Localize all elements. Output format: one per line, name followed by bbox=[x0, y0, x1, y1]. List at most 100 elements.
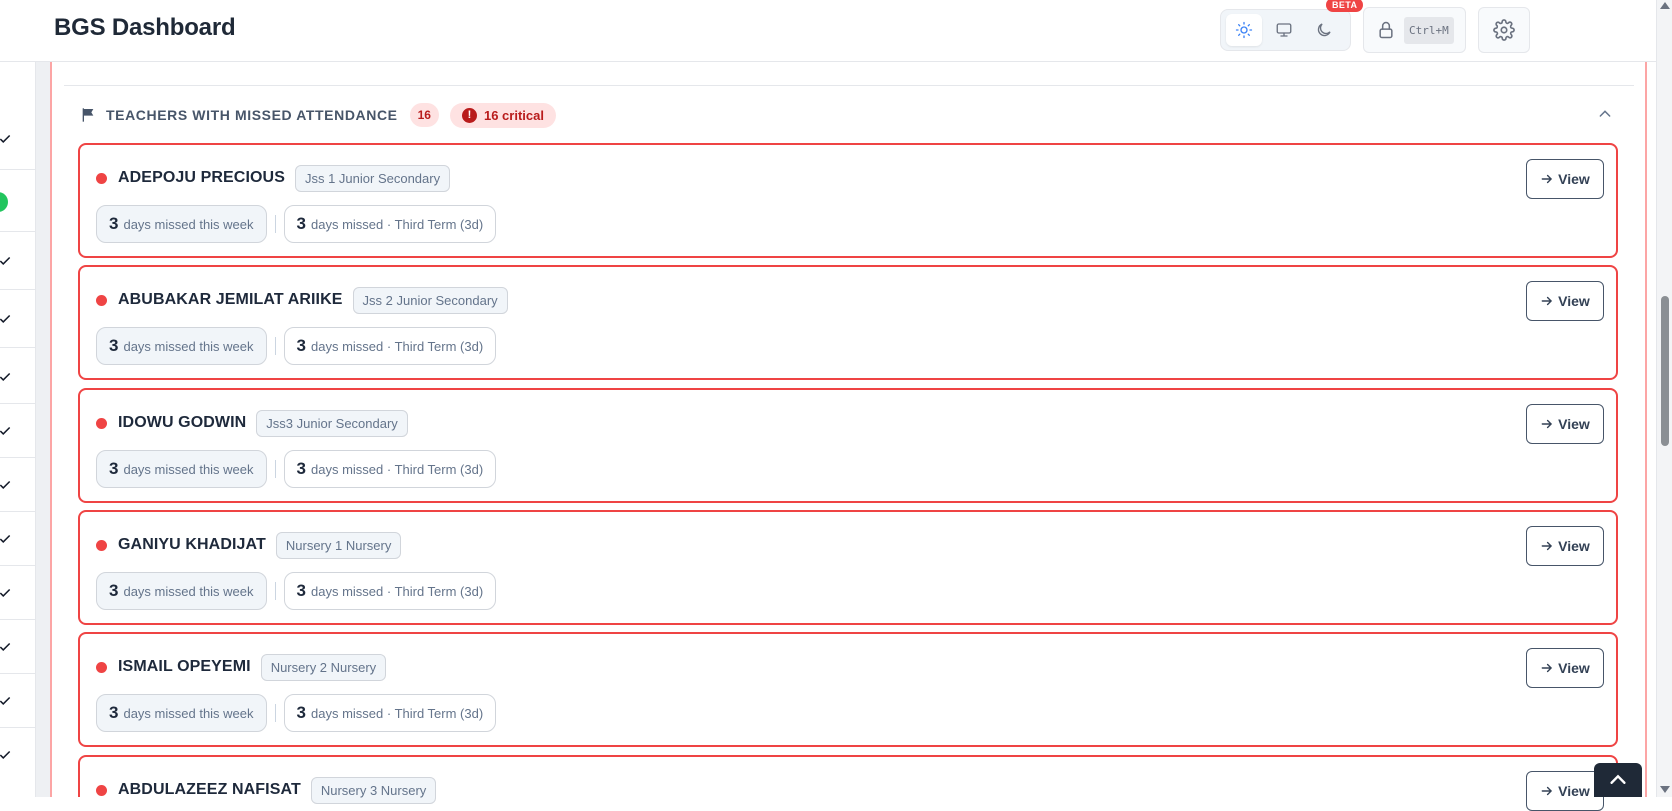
class-badge: Jss3 Junior Secondary bbox=[256, 409, 408, 437]
scroll-up-arrow[interactable] bbox=[1660, 2, 1670, 9]
sidebar-item[interactable] bbox=[0, 458, 35, 512]
sidebar-item[interactable] bbox=[0, 620, 35, 674]
sidebar-item[interactable] bbox=[0, 170, 35, 232]
teacher-card: ADEPOJU PRECIOUS Jss 1 Junior Secondary … bbox=[78, 143, 1618, 258]
check-icon bbox=[0, 642, 11, 651]
sidebar bbox=[0, 62, 36, 797]
term-missed-label: days missed · Third Term (3d) bbox=[311, 705, 484, 721]
divider bbox=[274, 704, 276, 722]
chevron-up-icon bbox=[1599, 110, 1611, 117]
view-button[interactable]: View bbox=[1526, 404, 1604, 444]
section-header[interactable]: TEACHERS WITH MISSED ATTENDANCE 16 ! 16 … bbox=[80, 100, 556, 130]
sidebar-item[interactable] bbox=[0, 674, 35, 728]
sidebar-item[interactable] bbox=[0, 290, 35, 348]
divider bbox=[274, 582, 276, 600]
collapse-section-button[interactable] bbox=[1597, 106, 1613, 127]
term-missed-label: days missed · Third Term (3d) bbox=[311, 461, 484, 477]
check-icon bbox=[0, 534, 11, 543]
theme-switcher bbox=[1220, 9, 1351, 51]
view-button[interactable]: View bbox=[1526, 771, 1604, 811]
sidebar-item[interactable] bbox=[0, 232, 35, 290]
class-badge: Nursery 1 Nursery bbox=[275, 531, 402, 559]
theme-light-button[interactable] bbox=[1226, 14, 1262, 46]
sidebar-item[interactable] bbox=[0, 566, 35, 620]
arrow-right-icon bbox=[1541, 541, 1553, 551]
theme-system-button[interactable] bbox=[1266, 14, 1302, 46]
teacher-card: ABUBAKAR JEMILAT ARIIKE Jss 2 Junior Sec… bbox=[78, 265, 1618, 380]
sidebar-item[interactable] bbox=[0, 62, 35, 170]
class-badge: Nursery 3 Nursery bbox=[310, 776, 437, 804]
teacher-card: IDOWU GODWIN Jss3 Junior Secondary 3 days… bbox=[78, 388, 1618, 503]
term-missed-count: 3 bbox=[296, 459, 306, 478]
term-missed-count: 3 bbox=[296, 581, 306, 600]
divider bbox=[274, 337, 276, 355]
term-missed-pill: 3 days missed · Third Term (3d) bbox=[283, 327, 497, 365]
view-label: View bbox=[1558, 538, 1590, 554]
week-missed-pill: 3 days missed this week bbox=[96, 205, 267, 243]
scroll-thumb[interactable] bbox=[1661, 296, 1669, 446]
settings-button[interactable] bbox=[1478, 7, 1530, 53]
theme-dark-button[interactable] bbox=[1306, 14, 1342, 46]
check-icon bbox=[0, 314, 11, 323]
scroll-down-arrow[interactable] bbox=[1660, 786, 1670, 793]
teacher-name: ADEPOJU PRECIOUS bbox=[118, 169, 285, 186]
monitor-icon bbox=[1276, 23, 1292, 37]
week-missed-count: 3 bbox=[109, 459, 119, 478]
lock-screen-button[interactable]: Ctrl+M bbox=[1363, 7, 1466, 53]
count-badge: 16 bbox=[409, 103, 439, 127]
term-missed-pill: 3 days missed · Third Term (3d) bbox=[283, 694, 497, 732]
week-missed-count: 3 bbox=[109, 703, 119, 722]
teacher-name: GANIYU KHADIJAT bbox=[118, 536, 266, 553]
view-button[interactable]: View bbox=[1526, 159, 1604, 199]
arrow-right-icon bbox=[1541, 174, 1553, 184]
critical-dot bbox=[96, 539, 107, 551]
page-gutter bbox=[36, 62, 50, 797]
critical-label: 16 critical bbox=[483, 107, 544, 123]
teacher-card: GANIYU KHADIJAT Nursery 1 Nursery 3 days … bbox=[78, 510, 1618, 625]
view-button[interactable]: View bbox=[1526, 526, 1604, 566]
term-missed-pill: 3 days missed · Third Term (3d) bbox=[283, 450, 497, 488]
week-missed-label: days missed this week bbox=[123, 583, 254, 599]
teacher-card: ABDULAZEEZ NAFISAT Nursery 3 Nursery Vie… bbox=[78, 755, 1618, 811]
view-label: View bbox=[1558, 293, 1590, 309]
section-title: TEACHERS WITH MISSED ATTENDANCE bbox=[106, 107, 398, 123]
teacher-name: ABUBAKAR JEMILAT ARIIKE bbox=[118, 291, 343, 308]
teacher-name: ABDULAZEEZ NAFISAT bbox=[118, 781, 301, 798]
sidebar-item[interactable] bbox=[0, 512, 35, 566]
week-missed-count: 3 bbox=[109, 214, 119, 233]
week-missed-label: days missed this week bbox=[123, 338, 254, 354]
week-missed-pill: 3 days missed this week bbox=[96, 327, 267, 365]
term-missed-count: 3 bbox=[296, 703, 306, 722]
week-missed-pill: 3 days missed this week bbox=[96, 450, 267, 488]
arrow-right-icon bbox=[1541, 419, 1553, 429]
view-button[interactable]: View bbox=[1526, 648, 1604, 688]
term-missed-count: 3 bbox=[296, 336, 306, 355]
top-header: BGS Dashboard BETA Ctrl+M bbox=[0, 0, 1656, 62]
term-missed-label: days missed · Third Term (3d) bbox=[311, 338, 484, 354]
sun-icon bbox=[1235, 21, 1253, 39]
term-missed-pill: 3 days missed · Third Term (3d) bbox=[283, 572, 497, 610]
lock-shortcut: Ctrl+M bbox=[1404, 16, 1454, 44]
app-title: BGS Dashboard bbox=[54, 14, 236, 41]
flag-icon bbox=[80, 107, 96, 123]
sidebar-item[interactable] bbox=[0, 404, 35, 458]
check-icon bbox=[0, 696, 11, 705]
divider bbox=[274, 215, 276, 233]
sidebar-item[interactable] bbox=[0, 728, 35, 797]
view-button[interactable]: View bbox=[1526, 281, 1604, 321]
term-missed-label: days missed · Third Term (3d) bbox=[311, 216, 484, 232]
teacher-name: IDOWU GODWIN bbox=[118, 414, 247, 431]
teacher-name: ISMAIL OPEYEMI bbox=[118, 658, 251, 675]
teacher-card: ISMAIL OPEYEMI Nursery 2 Nursery 3 days m… bbox=[78, 632, 1618, 747]
check-icon bbox=[0, 134, 11, 143]
previous-section-edge bbox=[64, 62, 1634, 86]
back-to-top-button[interactable] bbox=[1594, 763, 1642, 797]
divider bbox=[274, 460, 276, 478]
page-scrollbar[interactable] bbox=[1656, 0, 1672, 797]
check-icon bbox=[0, 588, 11, 597]
beta-badge: BETA bbox=[1326, 0, 1364, 12]
sidebar-item[interactable] bbox=[0, 348, 35, 404]
critical-dot bbox=[96, 294, 107, 306]
check-icon bbox=[0, 750, 11, 759]
week-missed-label: days missed this week bbox=[123, 705, 254, 721]
